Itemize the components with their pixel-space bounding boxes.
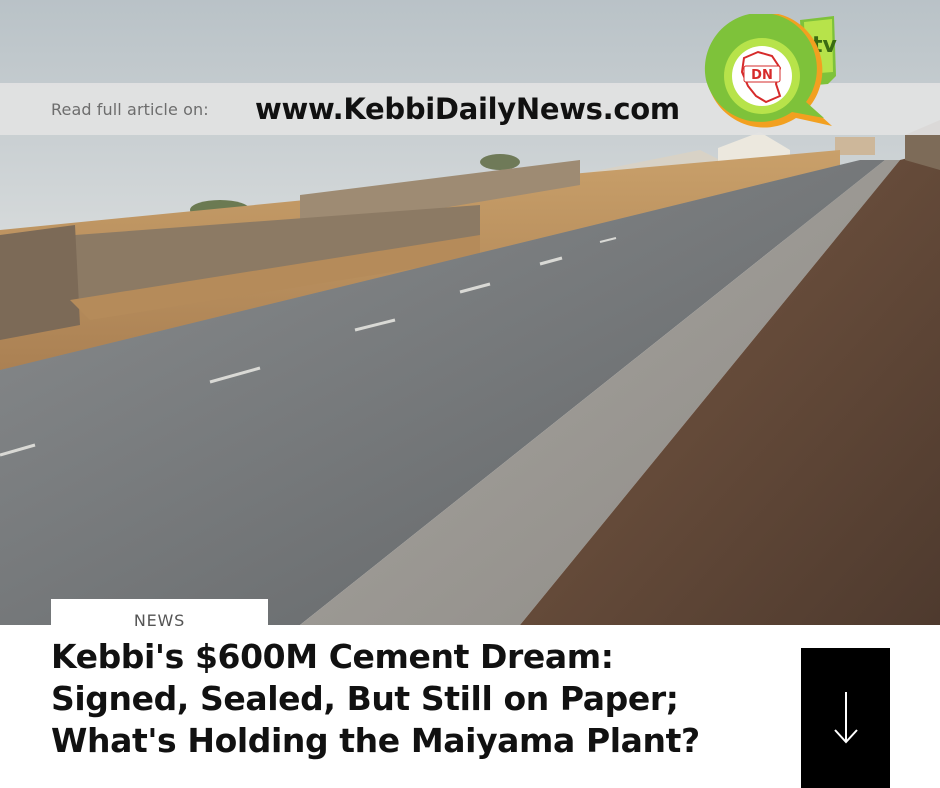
website-url-link[interactable]: www.KebbiDailyNews.com — [255, 92, 680, 126]
logo-dn-text: DN — [751, 68, 773, 83]
banner-lead-text: Read full article on: — [51, 100, 209, 119]
arrow-down-icon — [834, 692, 858, 744]
read-more-button[interactable] — [801, 648, 890, 788]
category-label: NEWS — [133, 611, 186, 630]
kdn-tv-logo: tv DN — [700, 14, 840, 144]
headline-line-3: What's Holding the Maiyama Plant? — [51, 721, 700, 760]
logo-mark-icon: tv DN — [704, 14, 838, 128]
headline-line-1: Kebbi's $600M Cement Dream: — [51, 637, 614, 676]
article-headline[interactable]: Kebbi's $600M Cement Dream: Signed, Seal… — [51, 636, 771, 762]
headline-line-2: Signed, Sealed, But Still on Paper; — [51, 679, 679, 718]
category-tag[interactable]: NEWS — [51, 599, 268, 633]
